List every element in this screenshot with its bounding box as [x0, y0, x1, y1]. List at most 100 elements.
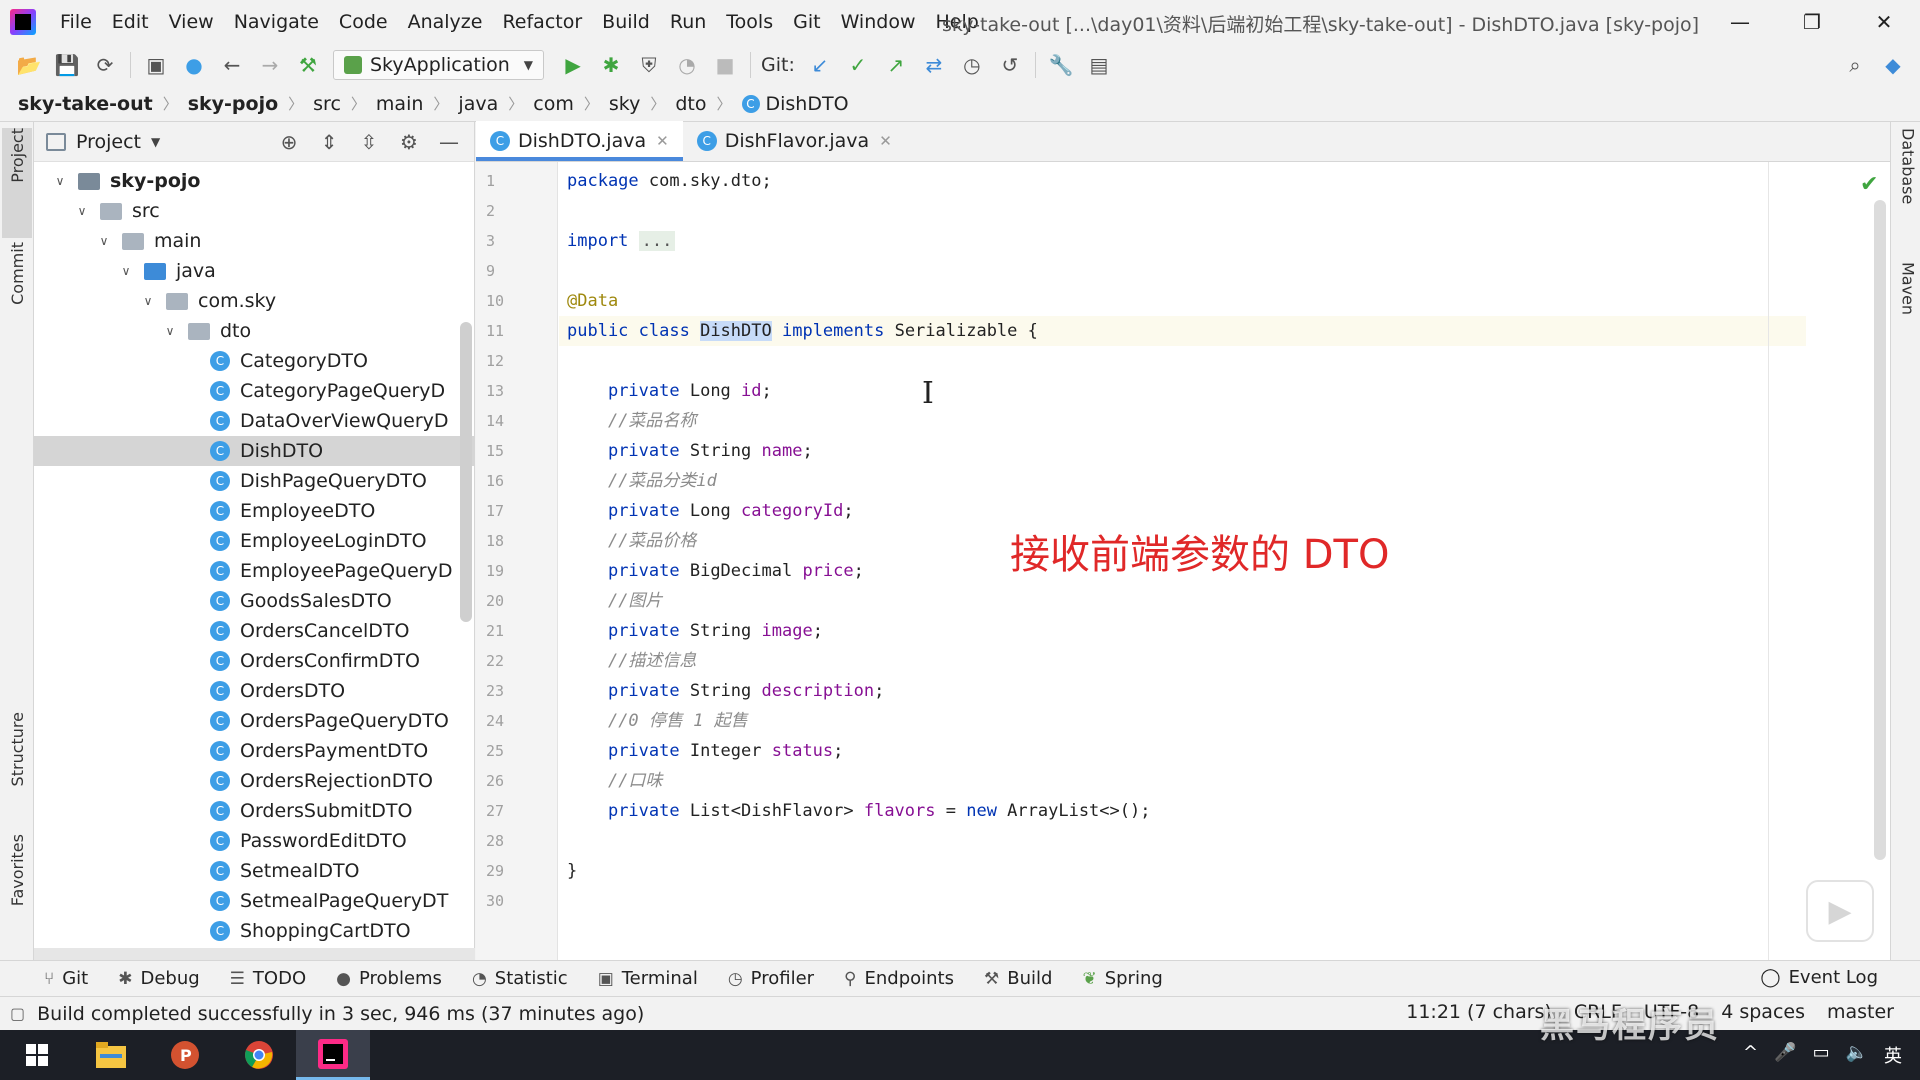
menu-analyze[interactable]: Analyze [398, 11, 493, 33]
code-line[interactable] [559, 826, 1806, 856]
tree-item-class[interactable]: C DataOverViewQueryD [34, 406, 475, 436]
stripe-tab-structure[interactable]: Structure [2, 712, 32, 822]
rollback-icon[interactable]: ↺ [995, 50, 1025, 80]
tree-item-folder[interactable]: ∨ src [34, 196, 475, 226]
chevron-down-icon[interactable]: ▼ [151, 135, 160, 149]
menu-view[interactable]: View [159, 11, 224, 33]
stripe-tab-favorites[interactable]: Favorites [2, 834, 32, 944]
tree-item-class[interactable]: C OrdersDTO [34, 676, 475, 706]
tool-window-terminal[interactable]: ▣ Terminal [598, 968, 698, 989]
tree-item-class[interactable]: C OrdersCancelDTO [34, 616, 475, 646]
stripe-tab-database[interactable]: Database [1893, 128, 1920, 238]
gear-icon[interactable]: ⚙ [394, 128, 424, 156]
project-structure-icon[interactable]: ▣ [141, 50, 171, 80]
hide-panel-icon[interactable]: — [434, 128, 464, 156]
tree-item-class[interactable]: C EmployeeDTO [34, 496, 475, 526]
build-hammer-icon[interactable]: ⚒ [293, 50, 323, 80]
tree-item-folder[interactable]: ∨ java [34, 256, 475, 286]
menu-git[interactable]: Git [783, 11, 830, 33]
code-with-me-icon[interactable]: ◆ [1878, 50, 1908, 80]
code-line[interactable]: @Data [559, 286, 1806, 316]
project-panel-title[interactable]: Project [76, 131, 141, 153]
history-icon[interactable]: ◷ [957, 50, 987, 80]
menu-build[interactable]: Build [592, 11, 660, 33]
tool-window-debug[interactable]: ✱ Debug [118, 968, 199, 989]
tree-item-class[interactable]: C OrdersRejectionDTO [34, 766, 475, 796]
stripe-tab-project[interactable]: Project [2, 128, 32, 238]
code-line[interactable]: private String name; [559, 436, 1806, 466]
search-icon[interactable]: ⌕ [1840, 50, 1870, 80]
tray-overflow-icon[interactable]: ^ [1743, 1042, 1758, 1068]
indent-setting[interactable]: 4 spaces [1721, 1001, 1805, 1023]
battery-icon[interactable]: ▭ [1813, 1042, 1830, 1068]
tool-window-todo[interactable]: ☰ TODO [230, 968, 306, 989]
tool-window-spring[interactable]: ❦ Spring [1082, 968, 1162, 989]
git-update-icon[interactable]: ↙ [805, 50, 835, 80]
close-icon[interactable]: ✕ [656, 132, 669, 150]
play-icon[interactable]: ▶ [1806, 880, 1874, 942]
tree-item-class[interactable]: C PasswordEditDTO [34, 826, 475, 856]
tree-item-folder[interactable]: ∨ sky-pojo [34, 166, 475, 196]
tree-item-folder[interactable]: ∨ com.sky [34, 286, 475, 316]
code-line[interactable]: public class DishDTO implements Serializ… [559, 316, 1806, 346]
breadcrumb-item[interactable]: com [533, 93, 574, 115]
run-configuration-select[interactable]: SkyApplication ▼ [333, 50, 545, 80]
tree-item-class[interactable]: C OrdersPaymentDTO [34, 736, 475, 766]
code-line[interactable] [559, 886, 1806, 916]
code-line[interactable]: import ... [559, 226, 1806, 256]
close-icon[interactable]: ✕ [879, 132, 892, 150]
locate-file-icon[interactable]: ⊕ [274, 128, 304, 156]
tree-item-class[interactable]: C ShoppingCartDTO [34, 916, 475, 946]
expand-arrow-icon[interactable]: ∨ [140, 294, 156, 308]
code-line[interactable]: private Integer status; [559, 736, 1806, 766]
run-icon[interactable]: ▶ [558, 50, 588, 80]
breadcrumb-item[interactable]: sky-pojo [188, 93, 278, 115]
open-folder-icon[interactable]: 📂 [14, 50, 44, 80]
menu-file[interactable]: File [50, 11, 102, 33]
code-line[interactable]: //图片 [559, 586, 1806, 616]
tab-dishflavor[interactable]: C DishFlavor.java ✕ [683, 121, 906, 161]
coverage-icon[interactable]: ⛨ [634, 50, 664, 80]
stop-icon[interactable]: ■ [710, 50, 740, 80]
taskbar-intellij[interactable] [296, 1030, 370, 1080]
debug-icon[interactable]: ✱ [596, 50, 626, 80]
tree-item-folder[interactable]: ∨ main [34, 226, 475, 256]
start-button[interactable] [0, 1030, 74, 1080]
code-line[interactable]: package com.sky.dto; [559, 166, 1806, 196]
tree-item-class[interactable]: C EmployeeLoginDTO [34, 526, 475, 556]
status-message[interactable]: Build completed successfully in 3 sec, 9… [37, 1003, 644, 1025]
code-line[interactable]: } [559, 856, 1806, 886]
breadcrumb-item[interactable]: sky [609, 93, 640, 115]
input-method-indicator[interactable]: 英 [1884, 1042, 1902, 1068]
tree-item-folder[interactable]: ∨ dto [34, 316, 475, 346]
taskbar-powerpoint[interactable]: P [148, 1030, 222, 1080]
breadcrumb-item[interactable]: java [458, 93, 498, 115]
code-line[interactable]: private String image; [559, 616, 1806, 646]
tree-item-class[interactable]: C OrdersConfirmDTO [34, 646, 475, 676]
project-tree-scrollbar[interactable] [460, 322, 472, 622]
expand-arrow-icon[interactable]: ∨ [52, 174, 68, 188]
git-merge-icon[interactable]: ⇄ [919, 50, 949, 80]
project-tree-horizontal-scrollbar[interactable] [34, 948, 475, 960]
tool-window-endpoints[interactable]: ⚲ Endpoints [844, 968, 954, 989]
tree-item-class[interactable]: C SetmealDTO [34, 856, 475, 886]
stripe-tab-commit[interactable]: Commit [2, 242, 32, 352]
collapse-all-icon[interactable]: ⇳ [354, 128, 384, 156]
line-number-gutter[interactable]: 1 2 3 9 10 11 12 13 14 15 16 17 18 19 20 21 22 23 24 25 26 27… [476, 162, 558, 960]
close-window-button[interactable]: ✕ [1848, 0, 1920, 44]
expand-arrow-icon[interactable]: ∨ [96, 234, 112, 248]
menu-tools[interactable]: Tools [716, 11, 783, 33]
tool-window-build[interactable]: ⚒ Build [984, 968, 1052, 989]
tree-item-class[interactable]: C CategoryPageQueryD [34, 376, 475, 406]
code-line[interactable] [559, 196, 1806, 226]
project-settings-icon[interactable]: ▤ [1084, 50, 1114, 80]
stripe-tab-maven[interactable]: Maven [1893, 262, 1920, 372]
git-push-icon[interactable]: ↗ [881, 50, 911, 80]
status-panel-icon[interactable]: ▢ [10, 1004, 25, 1023]
breadcrumb-item[interactable]: sky-take-out [18, 93, 153, 115]
git-commit-icon[interactable]: ✓ [843, 50, 873, 80]
taskbar-file-explorer[interactable] [74, 1030, 148, 1080]
tree-item-class[interactable]: C CategoryDTO [34, 346, 475, 376]
breadcrumb-item[interactable]: main [376, 93, 423, 115]
menu-window[interactable]: Window [831, 11, 926, 33]
